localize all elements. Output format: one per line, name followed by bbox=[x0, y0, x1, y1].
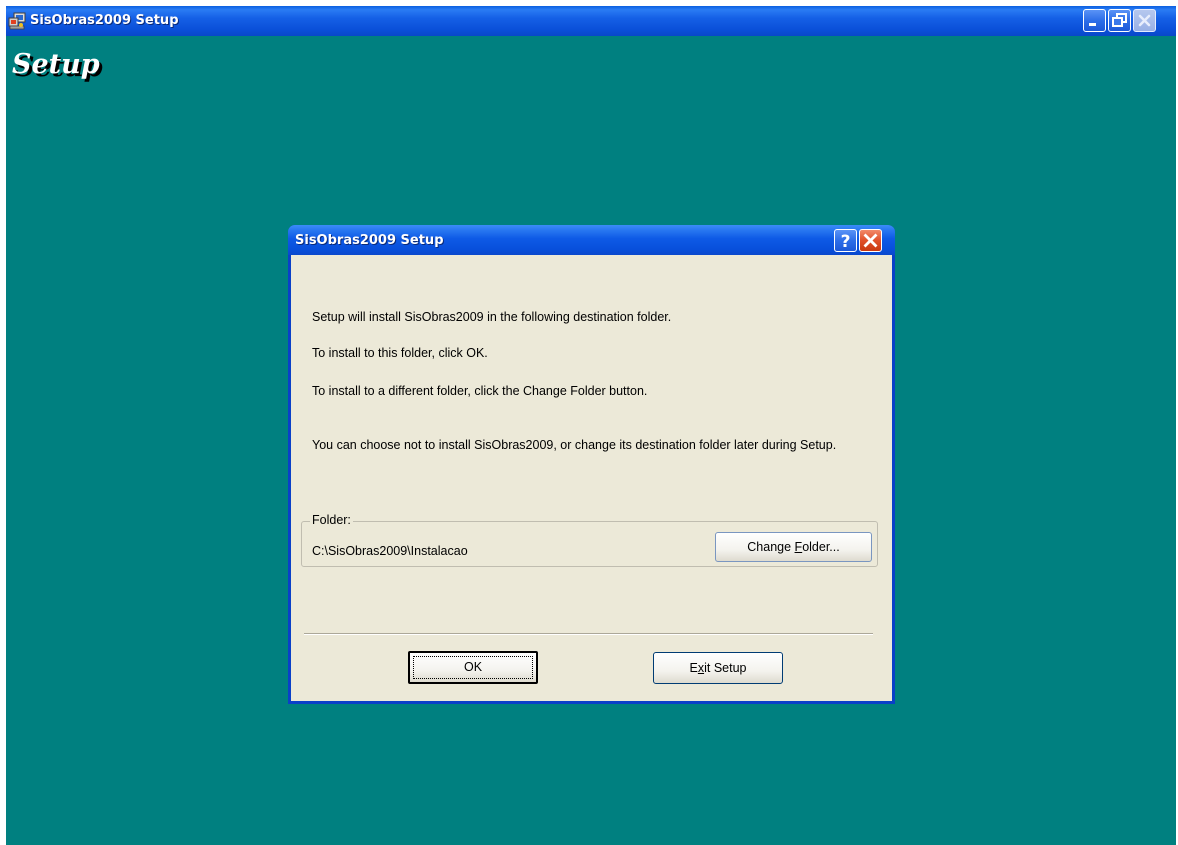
setup-banner: Setup bbox=[12, 49, 100, 80]
close-button-disabled bbox=[1133, 9, 1156, 32]
separator-line bbox=[304, 633, 873, 635]
setup-main-window: SisObras2009 Setup Setup SisObras2009 Se… bbox=[6, 6, 1176, 845]
folder-path: C:\SisObras2009\Instalacao bbox=[312, 544, 468, 558]
message-change-instruction: To install to a different folder, click … bbox=[312, 384, 648, 398]
help-icon: ? bbox=[841, 232, 851, 251]
close-icon bbox=[1138, 14, 1151, 27]
restore-icon bbox=[1112, 13, 1127, 27]
svg-text:?: ? bbox=[841, 232, 851, 251]
folder-label: Folder: bbox=[310, 513, 353, 527]
focus-rectangle bbox=[413, 656, 533, 679]
window-title: SisObras2009 Setup bbox=[30, 13, 179, 28]
exit-setup-button[interactable]: Exit Setup bbox=[653, 652, 783, 684]
exit-label-pre: E bbox=[689, 661, 698, 675]
change-folder-button[interactable]: Change Folder... bbox=[715, 532, 872, 562]
close-icon bbox=[863, 233, 878, 248]
folder-groupbox: Folder: C:\SisObras2009\Instalacao Chang… bbox=[301, 513, 878, 567]
dialog-title: SisObras2009 Setup bbox=[295, 233, 444, 248]
dialog-body: Setup will install SisObras2009 in the f… bbox=[291, 255, 892, 701]
message-later-option: You can choose not to install SisObras20… bbox=[312, 438, 837, 452]
change-folder-label-pre: Change bbox=[747, 540, 795, 554]
minimize-button[interactable] bbox=[1083, 9, 1106, 32]
message-ok-instruction: To install to this folder, click OK. bbox=[312, 346, 488, 360]
change-folder-label-post: older... bbox=[802, 540, 840, 554]
setup-computer-icon bbox=[8, 12, 26, 30]
help-button[interactable]: ? bbox=[834, 229, 857, 252]
dialog-title-bar[interactable]: SisObras2009 Setup ? bbox=[288, 225, 895, 255]
message-destination: Setup will install SisObras2009 in the f… bbox=[312, 310, 672, 324]
restore-button[interactable] bbox=[1108, 9, 1131, 32]
setup-dialog: SisObras2009 Setup ? Setup will install … bbox=[288, 225, 895, 704]
main-title-bar[interactable]: SisObras2009 Setup bbox=[6, 6, 1176, 36]
dialog-close-button[interactable] bbox=[859, 229, 882, 252]
ok-button[interactable]: OK bbox=[408, 651, 538, 684]
minimize-icon bbox=[1089, 23, 1096, 26]
exit-label-post: it Setup bbox=[704, 661, 747, 675]
